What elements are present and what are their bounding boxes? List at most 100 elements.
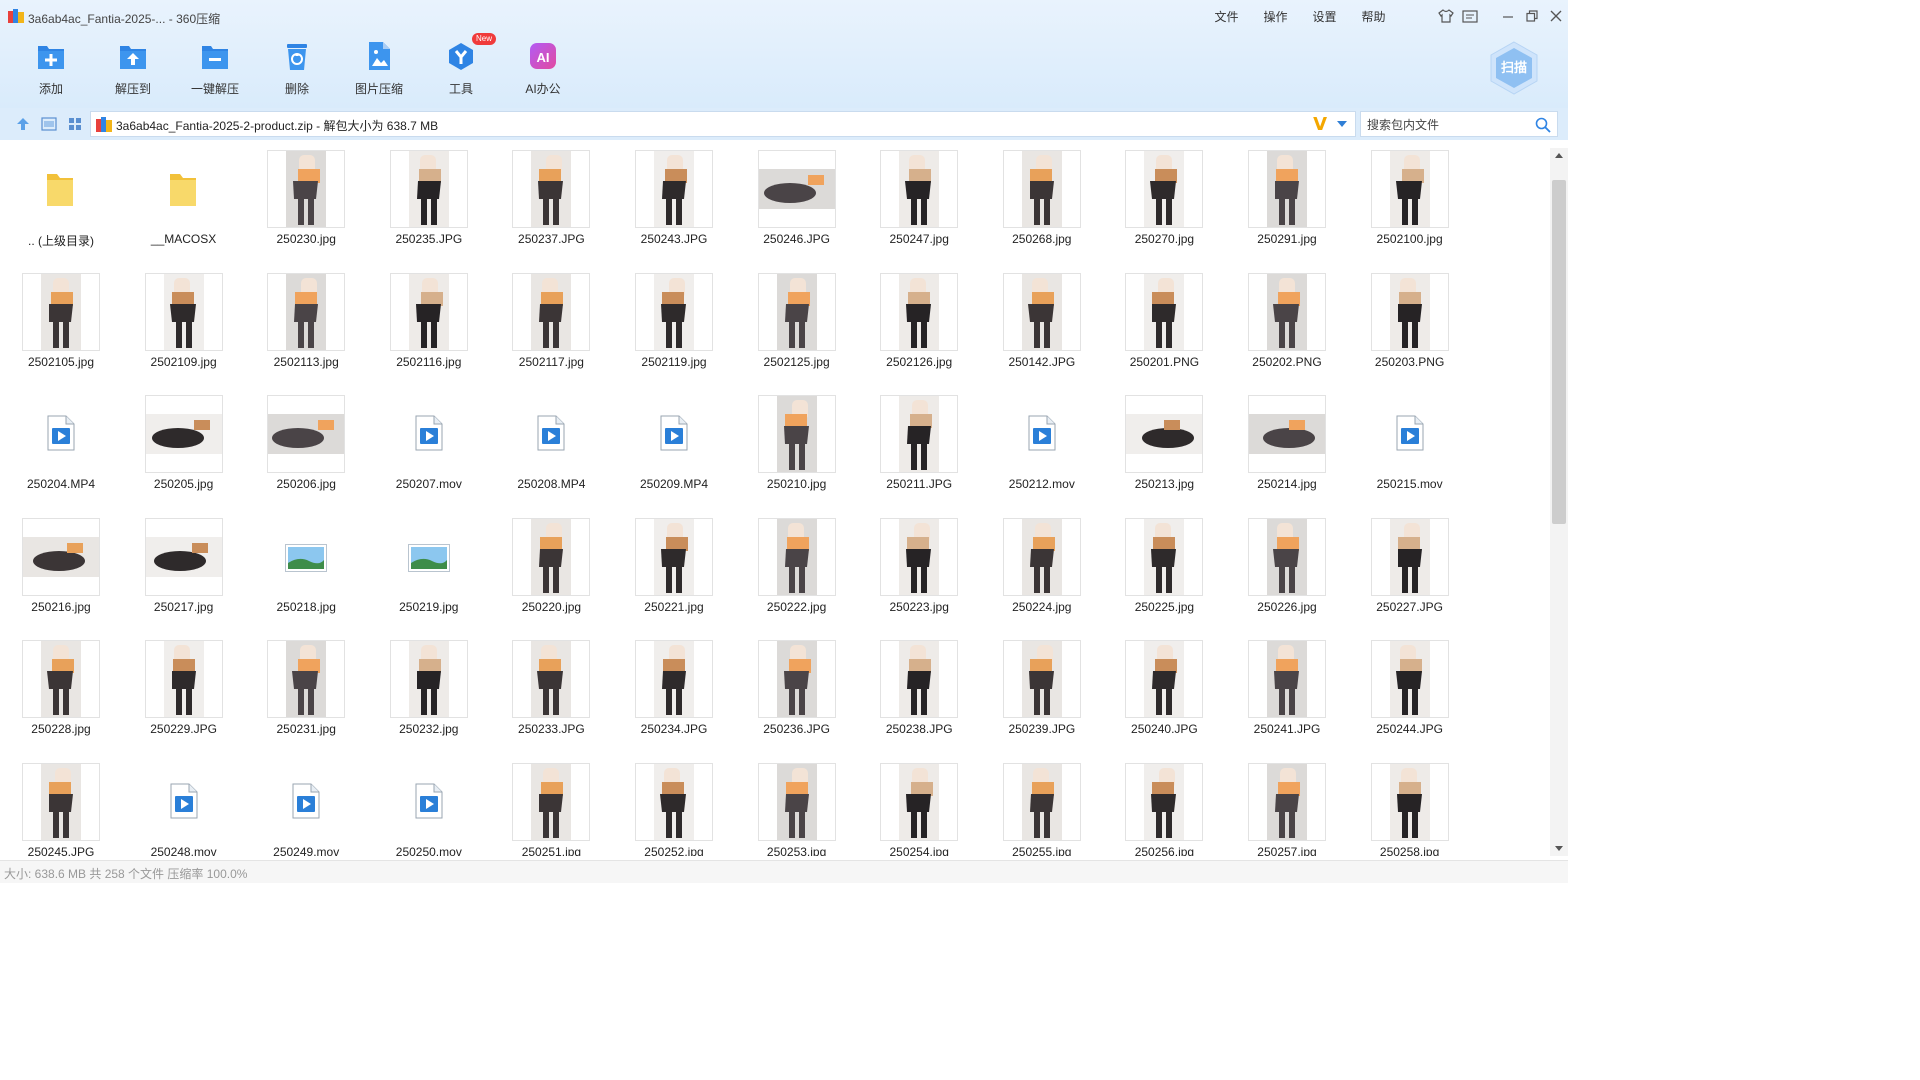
file-item[interactable]: 250253.jpg: [736, 762, 858, 856]
photo-thumbnail[interactable]: [1370, 150, 1449, 228]
photo-thumbnail[interactable]: [389, 272, 468, 351]
file-item[interactable]: 250243.JPG: [613, 150, 735, 270]
scroll-down-arrow-icon[interactable]: [1555, 846, 1563, 851]
file-item[interactable]: 250227.JPG: [1349, 517, 1471, 638]
photo-thumbnail[interactable]: [267, 640, 346, 718]
photo-thumbnail[interactable]: [512, 762, 591, 841]
photo-thumbnail[interactable]: [757, 150, 836, 228]
photo-thumbnail[interactable]: [144, 395, 223, 473]
tools-button[interactable]: New 工具: [420, 33, 502, 100]
file-item[interactable]: .. (上级目录): [0, 150, 122, 270]
file-thumbnail[interactable]: [144, 150, 223, 228]
photo-thumbnail[interactable]: [267, 150, 346, 228]
file-item[interactable]: 250255.jpg: [981, 762, 1103, 856]
file-item[interactable]: 2502119.jpg: [613, 272, 735, 393]
path-bar[interactable]: 3a6ab4ac_Fantia-2025-2-product.zip - 解包大…: [90, 111, 1356, 137]
photo-thumbnail[interactable]: [1125, 272, 1204, 351]
add-button[interactable]: 添加: [10, 38, 92, 100]
file-item[interactable]: 2502125.jpg: [736, 272, 858, 393]
photo-thumbnail[interactable]: [1002, 272, 1081, 351]
file-item[interactable]: 2502100.jpg: [1349, 150, 1471, 270]
file-thumbnail[interactable]: [1002, 395, 1081, 473]
file-item[interactable]: 250240.JPG: [1103, 640, 1225, 760]
skin-shirt-icon[interactable]: [1434, 6, 1458, 26]
file-item[interactable]: 250216.jpg: [0, 517, 122, 638]
file-item[interactable]: 250214.jpg: [1226, 395, 1348, 515]
file-thumbnail[interactable]: [389, 762, 468, 841]
scroll-thumb[interactable]: [1552, 180, 1566, 524]
file-item[interactable]: 250205.jpg: [123, 395, 245, 515]
file-item[interactable]: 250223.jpg: [858, 517, 980, 638]
photo-thumbnail[interactable]: [880, 517, 959, 596]
file-item[interactable]: 250202.PNG: [1226, 272, 1348, 393]
file-thumbnail[interactable]: [144, 762, 223, 841]
file-item[interactable]: 250250.mov: [368, 762, 490, 856]
menu-file[interactable]: 文件: [1202, 8, 1251, 25]
photo-thumbnail[interactable]: [144, 272, 223, 351]
file-item[interactable]: 250249.mov: [245, 762, 367, 856]
photo-thumbnail[interactable]: [389, 640, 468, 718]
file-item[interactable]: 250241.JPG: [1226, 640, 1348, 760]
photo-thumbnail[interactable]: [1248, 640, 1326, 718]
photo-thumbnail[interactable]: [1370, 640, 1449, 718]
photo-thumbnail[interactable]: [1002, 150, 1081, 228]
one-click-extract-button[interactable]: 一键解压: [174, 38, 256, 100]
photo-thumbnail[interactable]: [635, 640, 713, 718]
photo-thumbnail[interactable]: [22, 517, 100, 596]
photo-thumbnail[interactable]: [267, 395, 346, 473]
file-item[interactable]: 250218.jpg: [245, 517, 367, 638]
path-dropdown-icon[interactable]: [1337, 121, 1347, 127]
file-item[interactable]: 250254.jpg: [858, 762, 980, 856]
file-item[interactable]: 250229.JPG: [123, 640, 245, 760]
file-item[interactable]: 250237.JPG: [490, 150, 612, 270]
menu-help[interactable]: 帮助: [1349, 8, 1398, 25]
search-icon[interactable]: [1535, 117, 1551, 133]
photo-thumbnail[interactable]: [880, 762, 959, 841]
file-item[interactable]: 250247.jpg: [858, 150, 980, 270]
minimize-icon[interactable]: [1496, 6, 1520, 26]
file-item[interactable]: 250206.jpg: [245, 395, 367, 515]
photo-thumbnail[interactable]: [880, 272, 959, 351]
photo-thumbnail[interactable]: [635, 762, 713, 841]
photo-thumbnail[interactable]: [1125, 395, 1204, 473]
file-item[interactable]: 250226.jpg: [1226, 517, 1348, 638]
file-thumbnail[interactable]: [267, 517, 346, 596]
file-item[interactable]: 250211.JPG: [858, 395, 980, 515]
file-item[interactable]: 250201.PNG: [1103, 272, 1225, 393]
file-item[interactable]: 250235.JPG: [368, 150, 490, 270]
file-item[interactable]: 2502116.jpg: [368, 272, 490, 393]
photo-thumbnail[interactable]: [22, 272, 100, 351]
photo-thumbnail[interactable]: [880, 640, 959, 718]
file-thumbnail[interactable]: [635, 395, 713, 473]
close-icon[interactable]: [1544, 6, 1568, 26]
photo-thumbnail[interactable]: [1125, 640, 1204, 718]
file-item[interactable]: 250233.JPG: [490, 640, 612, 760]
photo-thumbnail[interactable]: [1248, 762, 1326, 841]
file-item[interactable]: 250221.jpg: [613, 517, 735, 638]
photo-thumbnail[interactable]: [757, 517, 836, 596]
photo-thumbnail[interactable]: [1370, 272, 1449, 351]
thumbnail-view-button[interactable]: [62, 115, 88, 133]
delete-button[interactable]: 删除: [256, 38, 338, 100]
file-item[interactable]: 2502113.jpg: [245, 272, 367, 393]
file-item[interactable]: 250246.JPG: [736, 150, 858, 270]
detail-view-button[interactable]: [36, 115, 62, 133]
photo-thumbnail[interactable]: [635, 517, 713, 596]
file-item[interactable]: 250217.jpg: [123, 517, 245, 638]
photo-thumbnail[interactable]: [1248, 395, 1326, 473]
file-item[interactable]: 250238.JPG: [858, 640, 980, 760]
file-thumbnail[interactable]: [389, 517, 468, 596]
file-item[interactable]: 250232.jpg: [368, 640, 490, 760]
message-icon[interactable]: [1458, 6, 1482, 26]
photo-thumbnail[interactable]: [1248, 272, 1326, 351]
vertical-scrollbar[interactable]: [1550, 148, 1568, 856]
photo-thumbnail[interactable]: [1370, 762, 1449, 841]
photo-thumbnail[interactable]: [757, 395, 836, 473]
photo-thumbnail[interactable]: [757, 762, 836, 841]
file-thumbnail[interactable]: [22, 150, 100, 228]
file-thumbnail[interactable]: [389, 395, 468, 473]
file-item[interactable]: 250256.jpg: [1103, 762, 1225, 856]
file-item[interactable]: 250257.jpg: [1226, 762, 1348, 856]
photo-thumbnail[interactable]: [512, 150, 591, 228]
photo-thumbnail[interactable]: [512, 640, 591, 718]
